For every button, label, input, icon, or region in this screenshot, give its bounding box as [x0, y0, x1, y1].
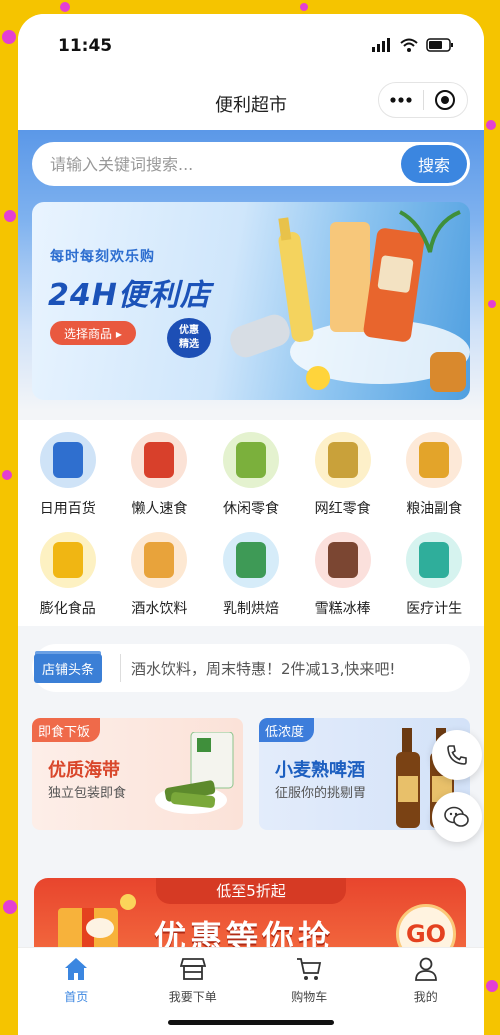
signal-icon	[372, 38, 390, 52]
miniprogram-capsule	[378, 82, 468, 118]
product-shape	[235, 542, 266, 578]
store-icon	[179, 958, 206, 980]
product-shape	[327, 542, 358, 578]
home-indicator	[168, 1020, 334, 1025]
phone-icon	[447, 745, 467, 765]
category-product-icon	[131, 432, 188, 488]
headline-tag: 店铺头条	[34, 653, 103, 683]
badge-line1: 优惠	[179, 325, 199, 336]
sale-discount-pill: 低至5折起	[156, 878, 346, 904]
seaweed-product-image	[155, 732, 234, 814]
category-product-icon	[406, 532, 463, 588]
product-shape	[419, 542, 450, 578]
category-item[interactable]: 医疗计生	[388, 532, 480, 618]
promo-subtitle: 征服你的挑剔胃	[275, 786, 367, 801]
product-shape	[419, 442, 450, 478]
search-input[interactable]	[32, 142, 401, 186]
category-label: 乳制烘焙	[222, 601, 279, 617]
category-label: 休闲零食	[222, 501, 279, 517]
sale-banner[interactable]: 低至5折起 优惠等你抢 GO	[34, 878, 466, 958]
category-product-icon	[314, 432, 371, 488]
category-item[interactable]: 雪糕冰棒	[297, 532, 389, 618]
headline-divider	[120, 654, 122, 682]
tab-label: 我的	[413, 990, 438, 1004]
category-item[interactable]: 膨化食品	[22, 532, 114, 618]
banner-title: 24H便利店	[48, 278, 211, 313]
banner-subtitle: 每时每刻欢乐购	[50, 249, 155, 265]
wifi-icon	[400, 38, 418, 52]
promo-title: 优质海带	[48, 760, 120, 781]
phone-call-button[interactable]	[432, 730, 482, 780]
nav-bar: 便利超市	[18, 76, 484, 130]
banner-select-button[interactable]: 选择商品 ▸	[50, 321, 136, 345]
battery-icon	[426, 38, 453, 52]
promo-tag: 即食下饭	[32, 718, 101, 742]
phone-screen: 11:45 便利超市 请输入关键词搜索... 搜索 每时每刻欢乐购 24H便利店…	[18, 14, 484, 1035]
product-shape	[327, 442, 358, 478]
more-dots-icon	[390, 97, 412, 103]
status-time: 11:45	[58, 36, 113, 56]
category-label: 懒人速食	[131, 501, 188, 517]
product-shape	[144, 442, 175, 478]
category-product-icon	[222, 532, 279, 588]
tab-label: 购物车	[291, 990, 328, 1004]
category-item[interactable]: 乳制烘焙	[205, 532, 297, 618]
banner-badge: 优惠 精选	[167, 318, 211, 358]
badge-line2: 精选	[179, 339, 199, 350]
product-shape	[235, 442, 266, 478]
header-area: 搜索 每时每刻欢乐购 24H便利店 选择商品 ▸ 优惠 精选	[18, 130, 484, 420]
category-label: 医疗计生	[406, 601, 463, 617]
category-item[interactable]: 休闲零食	[205, 432, 297, 518]
category-label: 日用百货	[39, 501, 96, 517]
status-icons	[372, 38, 454, 52]
promo-card-seaweed[interactable]: 即食下饭 优质海带 独立包装即食	[32, 718, 243, 830]
user-icon	[414, 957, 437, 981]
category-label: 粮油副食	[406, 501, 463, 517]
promo-tag: 低浓度	[259, 718, 315, 742]
tab-label: 首页	[64, 990, 89, 1004]
category-grid: 日用百货 懒人速食 休闲零食 网红零食 粮油副食膨化食品 酒水饮料 乳制烘焙 雪糕冰棒 医疗计生	[18, 420, 484, 626]
tab-profile[interactable]: 我的	[368, 956, 485, 1035]
chat-bubble-icon	[444, 806, 469, 827]
category-item[interactable]: 粮油副食	[388, 432, 480, 518]
product-shape	[52, 542, 83, 578]
promo-subtitle: 独立包装即食	[48, 786, 127, 801]
category-item[interactable]: 懒人速食	[114, 432, 206, 518]
category-product-icon	[406, 432, 463, 488]
shop-headline[interactable]: 店铺头条 酒水饮料，周末特惠！2件减13,快来吧!	[32, 644, 470, 692]
promo-cards: 即食下饭 优质海带 独立包装即食 低浓度 小麦熟啤酒 征服你的挑剔胃	[32, 718, 470, 830]
bottom-tab-bar: 首页 我要下单 购物车 我的	[18, 947, 484, 1035]
promo-title: 小麦熟啤酒	[275, 760, 365, 781]
product-shape	[52, 442, 83, 478]
search-bar: 搜索	[32, 142, 470, 186]
category-product-icon	[39, 432, 96, 488]
category-item[interactable]: 网红零食	[297, 432, 389, 518]
target-icon	[435, 90, 456, 110]
headline-text: 酒水饮料，周末特惠！2件减13,快来吧!	[131, 659, 396, 678]
category-product-icon	[222, 432, 279, 488]
category-label: 酒水饮料	[131, 601, 188, 617]
more-button[interactable]	[379, 83, 423, 117]
cart-icon	[297, 958, 322, 980]
category-label: 雪糕冰棒	[314, 601, 371, 617]
category-product-icon	[314, 532, 371, 588]
category-label: 膨化食品	[39, 601, 96, 617]
search-button[interactable]: 搜索	[401, 145, 467, 183]
banner-products-image	[230, 210, 470, 392]
close-miniprogram-button[interactable]	[424, 83, 468, 117]
home-icon	[65, 958, 88, 980]
tab-home[interactable]: 首页	[18, 956, 135, 1035]
category-item[interactable]: 酒水饮料	[114, 532, 206, 618]
product-shape	[144, 542, 175, 578]
chat-button[interactable]	[432, 792, 482, 842]
category-item[interactable]: 日用百货	[22, 432, 114, 518]
category-product-icon	[131, 532, 188, 588]
status-bar: 11:45	[18, 14, 484, 76]
category-product-icon	[39, 532, 96, 588]
tab-label: 我要下单	[168, 990, 217, 1004]
hero-banner[interactable]: 每时每刻欢乐购 24H便利店 选择商品 ▸ 优惠 精选	[32, 202, 470, 400]
category-label: 网红零食	[314, 501, 371, 517]
